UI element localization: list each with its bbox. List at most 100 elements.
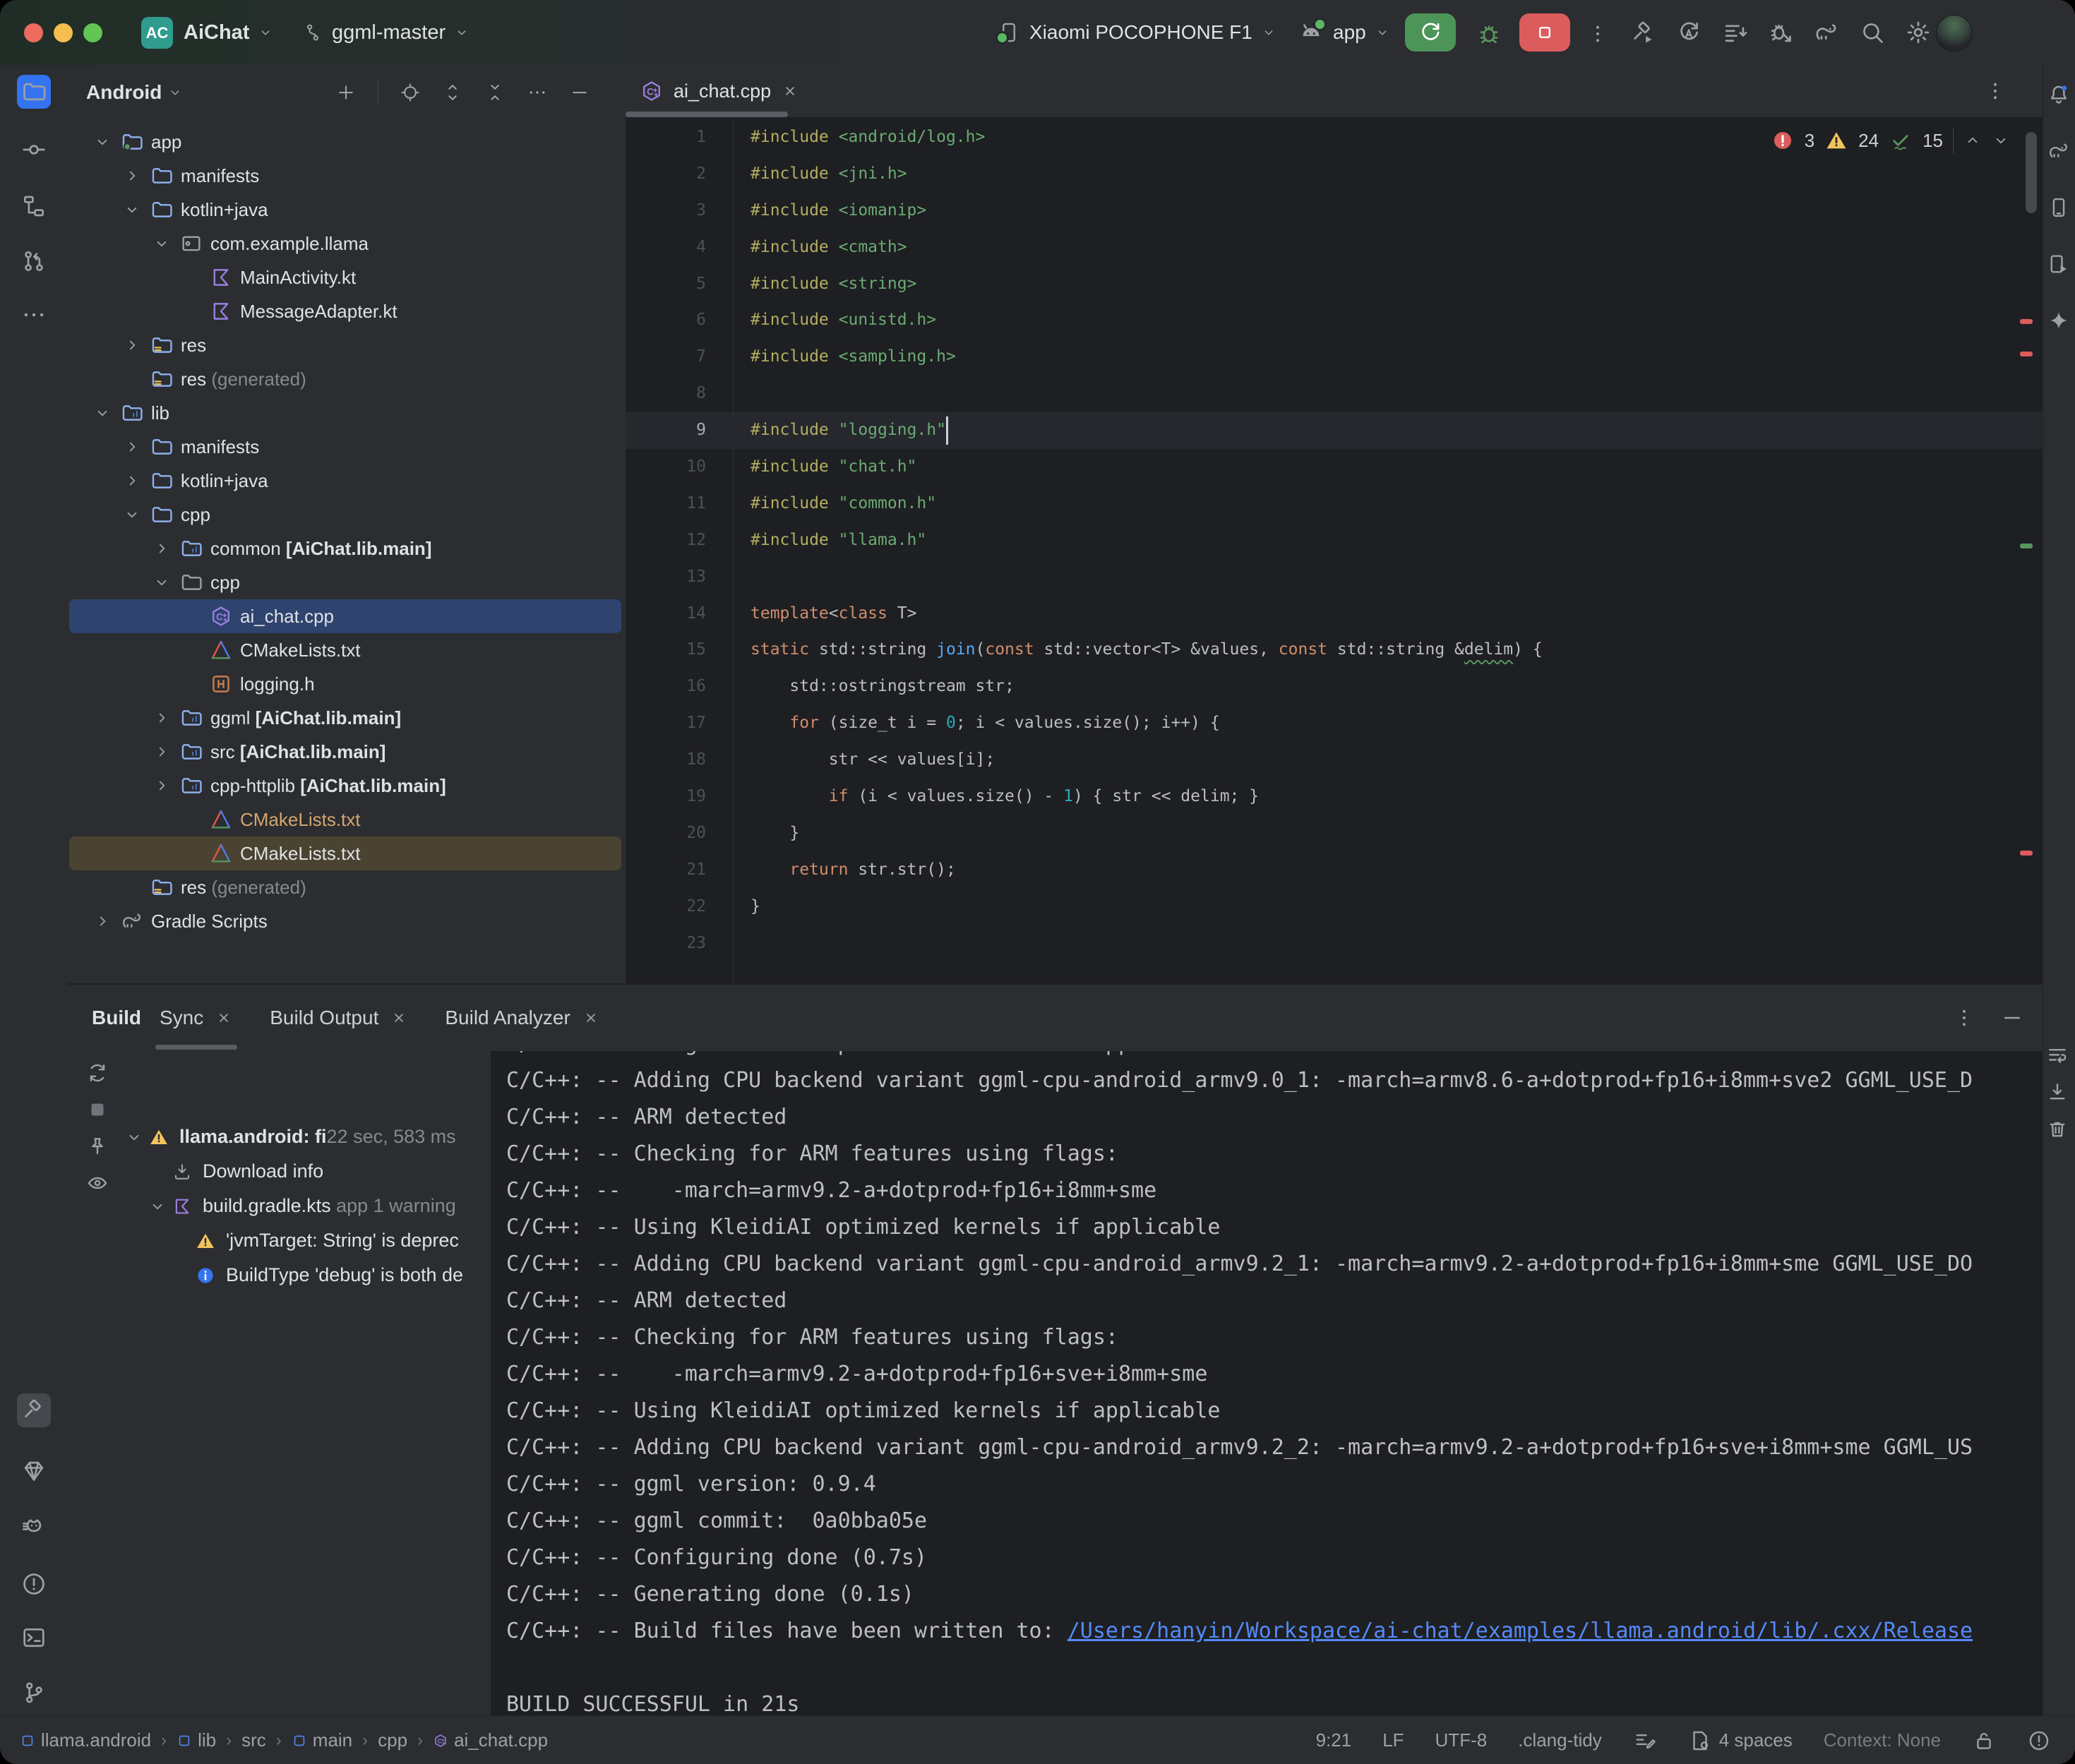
caret-position[interactable]: 9:21 [1316,1729,1352,1751]
tree-row-kotlin-java[interactable]: kotlin+java [69,193,621,227]
close-tab-icon[interactable] [215,1009,233,1027]
soft-wrap-icon[interactable] [2045,1043,2069,1067]
tree-row-cmakelists-txt[interactable]: CMakeLists.txt [69,633,621,667]
sync-row-jvmtarget-string-is-deprec[interactable]: 'jvmTarget: String' is deprec [120,1223,491,1258]
more-run-options-icon[interactable] [1586,22,1610,46]
tree-row-gradle-scripts[interactable]: Gradle Scripts [69,904,621,938]
next-problem-icon[interactable] [1992,131,2010,150]
clear-all-icon[interactable] [2045,1117,2069,1141]
tree-row-manifests[interactable]: manifests [69,430,621,464]
build-console[interactable]: C/C++: Using KleidiAI optimized kernels … [491,1051,2043,1717]
editor-scrollbar-thumb[interactable] [2026,132,2037,213]
minimize-window-button[interactable] [54,23,73,42]
breadcrumb-cpp[interactable]: cpp [378,1729,407,1751]
tree-row-res[interactable]: res (generated) [69,870,621,904]
console-link[interactable]: /Users/hanyin/Workspace/ai-chat/examples… [1068,1619,1973,1643]
build-window-title[interactable]: Build [92,1007,141,1029]
build-hammer-icon[interactable] [1629,19,1656,46]
rerun-sync-icon[interactable] [85,1061,109,1085]
tree-row-common[interactable]: common [AiChat.lib.main] [69,532,621,565]
tool-stripe-build[interactable] [17,1393,51,1427]
build-tab-sync[interactable]: Sync [141,985,251,1051]
breadcrumb-src[interactable]: src [241,1729,266,1751]
minimize-build-panel-icon[interactable] [2000,1006,2024,1030]
build-tab-build-analyzer[interactable]: Build Analyzer [426,985,618,1051]
context-widget[interactable]: Context: None [1824,1729,1941,1751]
tool-stripe-problems[interactable] [17,1567,51,1601]
file-encoding[interactable]: UTF-8 [1435,1729,1488,1751]
build-options-icon[interactable] [1952,1006,1976,1030]
tree-row-manifests[interactable]: manifests [69,159,621,193]
tree-row-logging-h[interactable]: logging.h [69,667,621,701]
close-tab-icon[interactable] [390,1009,408,1027]
close-tab-icon[interactable] [781,82,799,100]
tool-stripe-gradle[interactable] [2043,134,2075,168]
breadcrumb-llama-android[interactable]: llama.android [20,1729,151,1751]
hide-icon[interactable] [569,82,590,103]
gradle-sync-icon[interactable] [1813,19,1840,46]
indent-config-icon[interactable] [1633,1729,1657,1753]
tool-stripe-project[interactable] [17,75,51,109]
project-view-selector[interactable]: Android [86,81,183,104]
sync-row-buildtype-debug-is-both-de[interactable]: BuildType 'debug' is both de [120,1258,491,1292]
collapse-all-icon[interactable] [484,82,506,103]
run-configuration-selector[interactable]: app [1298,0,1390,65]
tree-row-com-example-llama[interactable]: com.example.llama [69,227,621,260]
tree-row-res[interactable]: res [69,328,621,362]
rerun-button[interactable] [1405,13,1456,52]
tree-row-lib[interactable]: lib [69,396,621,430]
profiler-icon[interactable] [1721,19,1748,46]
tool-stripe-structure[interactable] [17,189,51,223]
tree-row-app[interactable]: app [69,125,621,159]
breadcrumb-ai-chat-cpp[interactable]: Cai_chat.cpp [433,1729,548,1751]
avatar[interactable] [1936,15,1973,52]
tool-stripe-app-quality-insights[interactable] [17,1454,51,1488]
scroll-to-end-icon[interactable] [2045,1080,2069,1104]
breadcrumb-lib[interactable]: lib [177,1729,216,1751]
editor[interactable]: C ai_chat.cpp 12345678910111213141516171… [626,65,2043,983]
tree-row-mainactivity-kt[interactable]: MainActivity.kt [69,260,621,294]
tool-stripe-commit[interactable] [17,133,51,167]
more-icon[interactable] [527,82,548,103]
lock-icon[interactable] [1972,1729,1996,1753]
tree-row-cpp[interactable]: cpp [69,498,621,532]
project-widget[interactable]: AiChat [184,0,273,65]
breadcrumb-main[interactable]: main [292,1729,352,1751]
code-area[interactable]: #include <android/log.h>#include <jni.h>… [751,119,2000,961]
tree-row-ggml[interactable]: ggml [AiChat.lib.main] [69,701,621,735]
debug-icon[interactable] [1476,20,1502,47]
stop-sync-icon[interactable] [85,1098,109,1122]
settings-icon[interactable] [1905,19,1932,46]
sync-result-tree[interactable]: llama.android: fi22 sec, 583 ms Download… [120,1051,491,1717]
tree-row-src[interactable]: src [AiChat.lib.main] [69,735,621,769]
ok-stripe-mark[interactable] [2020,544,2033,548]
tree-row-cpp-httplib[interactable]: cpp-httplib [AiChat.lib.main] [69,769,621,803]
error-stripe-mark[interactable] [2020,319,2033,324]
tool-stripe-running-devices[interactable] [2043,247,2075,281]
editor-options-icon[interactable] [1983,79,2007,103]
tool-stripe-gemini[interactable] [2043,304,2075,337]
pin-tab-icon[interactable] [85,1134,109,1158]
tool-stripe-more[interactable] [17,298,51,332]
device-selector[interactable]: Xiaomi POCOPHONE F1 [997,0,1276,65]
search-everywhere-icon[interactable] [1859,19,1886,46]
project-tree[interactable]: app manifests kotlin+java com.example.ll… [68,124,626,983]
inspections-widget[interactable]: 3 24 15 [1771,124,2010,157]
tool-stripe-device-manager[interactable] [2043,191,2075,224]
zoom-window-button[interactable] [83,23,102,42]
attach-debugger-icon[interactable] [1767,19,1794,46]
tree-row-cmakelists-txt[interactable]: CMakeLists.txt [69,836,621,870]
view-options-icon[interactable] [85,1171,109,1195]
tool-stripe-version-control[interactable] [17,1676,51,1710]
sync-project-icon[interactable] [1675,19,1702,46]
error-stripe-mark[interactable] [2020,851,2033,856]
locate-icon[interactable] [400,82,421,103]
prev-problem-icon[interactable] [1963,131,1982,150]
tree-row-ai-chat-cpp[interactable]: C ai_chat.cpp [69,599,621,633]
stop-button[interactable] [1519,13,1570,52]
tree-row-messageadapter-kt[interactable]: MessageAdapter.kt [69,294,621,328]
indent-widget[interactable]: 4 spaces [1688,1729,1793,1753]
sync-row-download-info[interactable]: Download info [120,1154,491,1189]
inspections-toggle-icon[interactable] [2027,1729,2051,1753]
tool-stripe-terminal[interactable] [17,1621,51,1655]
